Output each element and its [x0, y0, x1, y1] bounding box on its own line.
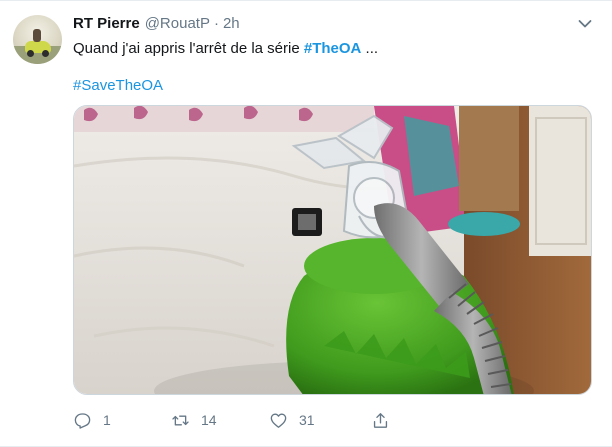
tweet-header: RT Pierre @RouatP · 2h [73, 15, 572, 35]
share-icon [373, 412, 388, 428]
like-button[interactable]: 31 [269, 411, 371, 430]
white-cabinet [529, 106, 591, 256]
retweet-icon [172, 414, 189, 426]
hashtag-theoa-link[interactable]: #TheOA [304, 40, 362, 57]
tweet-text-after: ... [361, 40, 379, 57]
avatar-rider [33, 29, 41, 42]
author-name[interactable]: RT Pierre [73, 15, 140, 32]
photo-illustration [74, 106, 591, 394]
retweet-count: 14 [201, 412, 217, 428]
cardboard-box [459, 106, 519, 211]
reply-count: 1 [103, 412, 111, 428]
shoe [448, 212, 520, 236]
share-button[interactable] [371, 411, 390, 430]
heart-icon [270, 412, 287, 428]
tweet-photo[interactable] [73, 105, 592, 395]
separator-dot: · [213, 15, 219, 32]
chevron-down-icon[interactable] [578, 19, 592, 29]
like-count: 31 [299, 412, 315, 428]
avatar-wheel [42, 50, 49, 57]
avatar[interactable] [13, 15, 62, 64]
reply-icon [74, 412, 91, 429]
tweet-card[interactable]: RT Pierre @RouatP · 2h Quand j'ai appris… [0, 0, 612, 447]
tweet-text-before: Quand j'ai appris l'arrêt de la série [73, 40, 304, 57]
retweet-button[interactable]: 14 [171, 411, 269, 430]
reply-button[interactable]: 1 [73, 411, 171, 430]
timestamp[interactable]: 2h [223, 15, 240, 32]
avatar-wheel [27, 50, 34, 57]
hashtag-savetheoa-link[interactable]: #SaveTheOA [73, 77, 163, 94]
action-bar: 1 14 31 [73, 407, 592, 433]
tweet-text: Quand j'ai appris l'arrêt de la série #T… [73, 39, 592, 59]
author-handle[interactable]: @RouatP [145, 15, 210, 32]
hashtag-line: #SaveTheOA [73, 76, 163, 96]
